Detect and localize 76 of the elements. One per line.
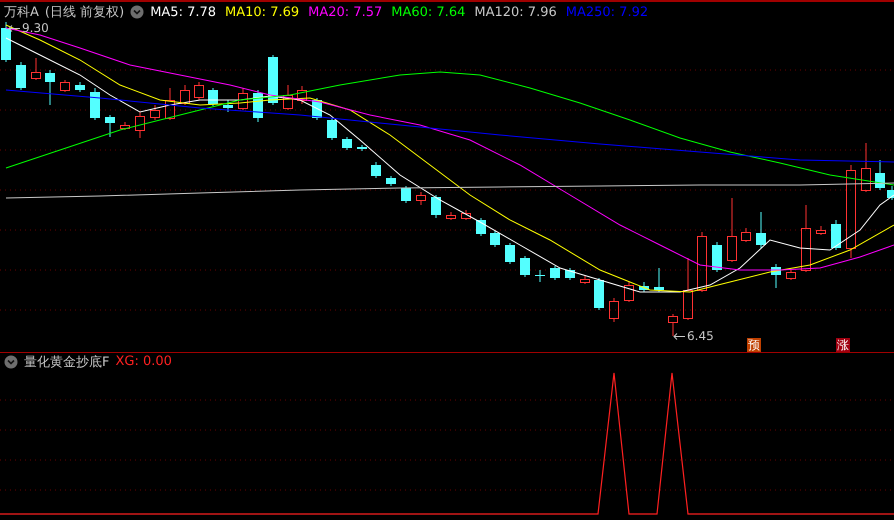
candlestick: [342, 136, 352, 150]
chart-period: (日线 前复权): [44, 4, 124, 21]
candlestick: [386, 176, 396, 186]
candlestick: [801, 204, 811, 272]
candlestick: [887, 186, 894, 200]
candlestick: [90, 88, 100, 120]
candlestick: [490, 230, 500, 248]
moving-average-value: MA60: 7.64: [391, 4, 466, 20]
candlestick: [831, 220, 841, 250]
candlestick: [712, 242, 722, 272]
candlestick: [446, 212, 456, 220]
candlestick: [520, 256, 530, 278]
candlestick: [639, 282, 649, 292]
candlestick: [476, 218, 486, 236]
candlestick: [297, 86, 307, 104]
candlestick: [609, 298, 619, 322]
candlestick: [180, 84, 190, 106]
candlestick: [580, 276, 590, 284]
signal-badge: 预: [747, 338, 761, 352]
candlestick: [786, 270, 796, 280]
indicator-value: XG: 0.00: [115, 354, 172, 369]
candlestick: [535, 270, 545, 282]
candlestick: [461, 210, 471, 220]
candlestick: [550, 266, 560, 280]
candlestick: [654, 268, 664, 292]
arrow-icon: [8, 24, 20, 32]
candlestick: [165, 88, 175, 120]
candlestick: [75, 82, 85, 92]
candlestick: [120, 122, 130, 130]
candlestick: [135, 112, 145, 138]
candlestick: [727, 198, 737, 262]
moving-average-value: MA10: 7.69: [225, 4, 300, 20]
candlestick: [283, 84, 293, 110]
candlestick: [741, 228, 751, 242]
stock-name: 万科A: [4, 4, 39, 21]
candlestick: [594, 278, 604, 310]
price-label: 6.45: [687, 329, 714, 343]
candlestick: [1, 22, 11, 62]
candlestick: [223, 100, 233, 112]
candlestick: [371, 162, 381, 178]
candlestick: [756, 212, 766, 248]
indicator-name: 量化黄金抄底F: [24, 354, 110, 370]
candlestick: [668, 314, 678, 336]
candlestick: [268, 54, 278, 106]
candlestick: [238, 88, 248, 110]
moving-average-value: MA120: 7.96: [474, 4, 557, 20]
candlestick: [150, 104, 160, 120]
candlestick: [505, 242, 515, 264]
candlestick: [861, 142, 871, 192]
candlestick: [624, 282, 634, 302]
candlestick: [31, 58, 41, 80]
candlestick: [683, 258, 693, 320]
candlestick: [401, 186, 411, 204]
candlestick: [105, 114, 115, 138]
candlestick: [357, 144, 367, 152]
candlestick: [327, 118, 337, 140]
candlestick: [208, 88, 218, 106]
arrow-icon: [673, 332, 685, 340]
candlestick: [771, 264, 781, 288]
moving-average-value: MA250: 7.92: [566, 4, 648, 20]
candlestick: [416, 192, 426, 206]
price-label: 9.30: [22, 21, 49, 35]
candlestick: [875, 160, 885, 190]
candlestick: [565, 268, 575, 280]
candlestick: [45, 70, 55, 106]
signal-badge: 涨: [836, 338, 850, 352]
dropdown-icon[interactable]: [4, 354, 18, 368]
moving-average-value: MA5: 7.78: [150, 4, 216, 20]
candlestick: [194, 82, 204, 100]
candlestick: [816, 226, 826, 236]
candlestick: [697, 232, 707, 292]
candlestick: [431, 194, 441, 218]
moving-average-value: MA20: 7.57: [308, 4, 382, 20]
dropdown-icon[interactable]: [130, 5, 144, 19]
candlestick: [16, 62, 26, 90]
candlestick: [60, 80, 70, 92]
